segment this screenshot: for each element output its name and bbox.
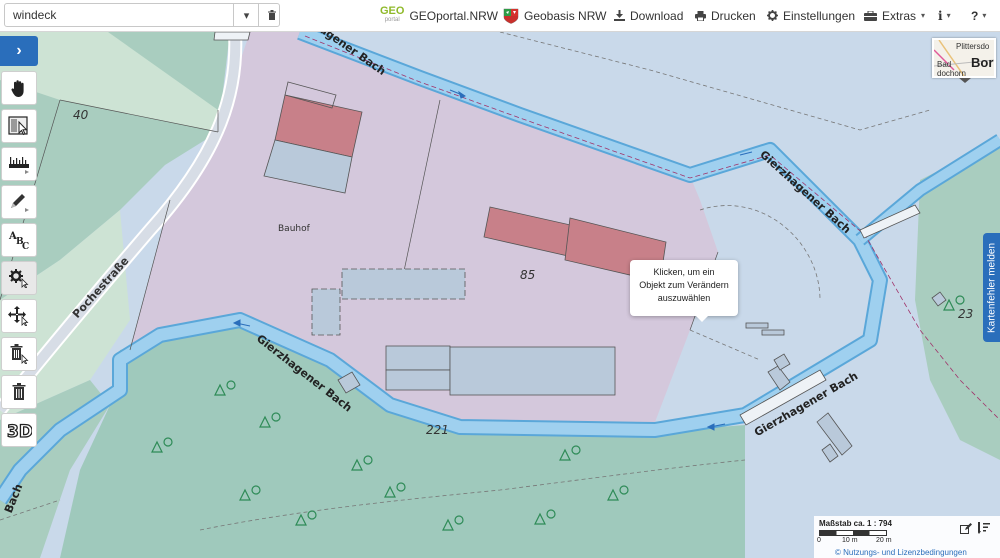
overview-place-label: Bor <box>971 55 994 70</box>
edit-tool-button[interactable] <box>1 261 37 295</box>
nav-drucken[interactable]: Drucken <box>695 0 756 31</box>
search-input[interactable] <box>5 4 249 26</box>
overview-place-label: Plittersdo <box>956 42 990 51</box>
nav-download[interactable]: Download <box>614 0 683 31</box>
parcel-number-label: 85 <box>520 268 536 282</box>
delete-select-tool-button[interactable] <box>1 337 37 371</box>
overview-toggle-icon[interactable] <box>959 78 971 83</box>
nav-geobasis-label: Geobasis NRW <box>524 8 607 23</box>
map-canvas[interactable] <box>0 0 1000 558</box>
print-icon <box>695 10 706 21</box>
download-icon <box>614 10 625 21</box>
edit-note-icon[interactable] <box>960 523 972 535</box>
trash-cursor-icon <box>10 344 29 364</box>
scale-tick: 0 <box>817 537 821 544</box>
parcel-number-label: 221 <box>426 423 449 437</box>
bauhof-label: Bauhof <box>278 224 310 234</box>
report-map-error-label: Kartenfehler melden <box>986 242 997 333</box>
nav-einstellungen-label: Einstellungen <box>783 8 856 23</box>
tooltip-line: Klicken, um ein <box>653 267 715 277</box>
tooltip-line: auszuwählen <box>657 293 711 303</box>
nav-download-label: Download <box>630 8 684 23</box>
pan-tool-button[interactable] <box>1 71 37 105</box>
nav-geobasis[interactable]: Geobasis NRW <box>503 0 606 31</box>
trash-icon <box>267 9 276 20</box>
measure-tool-button[interactable] <box>1 147 37 181</box>
top-bar: ▾ GEOportal GEOportal.NRW Geobasis NRW D… <box>0 0 1000 32</box>
nav-extras-label: Extras <box>882 8 917 23</box>
search-clear-button[interactable] <box>258 4 284 26</box>
edit-gear-cursor-icon <box>9 269 29 288</box>
nav-help[interactable]: ? ▾ <box>971 0 986 31</box>
parcel-number-label: 40 <box>73 108 89 122</box>
select-area-tool-button[interactable] <box>1 109 37 143</box>
caret-down-icon: ▾ <box>982 11 987 20</box>
caret-down-icon: ▾ <box>946 11 951 20</box>
edit-hint-tooltip: Klicken, um ein Objekt zum Verändern aus… <box>630 260 738 322</box>
draw-tool-button[interactable] <box>1 185 37 219</box>
3d-icon: 3D <box>6 421 32 440</box>
scale-panel: Maßstab ca. 1 : 794 0 10 m 20 m © Nutzun… <box>814 516 1000 558</box>
toolbar-expand-button[interactable]: › <box>0 36 38 66</box>
help-icon: ? <box>971 8 979 23</box>
overview-map[interactable]: Plittersdo Bor Bad dochorn <box>932 38 996 78</box>
caret-down-icon: ▾ <box>243 9 250 22</box>
legend-list-icon[interactable] <box>978 522 990 534</box>
nav-geoportal[interactable]: GEO portal GEOportal.NRW <box>380 0 498 31</box>
scale-tick: 20 m <box>876 537 892 544</box>
parcel-number-label: 23 <box>958 307 974 321</box>
nav-info[interactable]: i ▾ <box>938 0 951 31</box>
tooltip-line: Objekt zum Verändern <box>639 280 729 290</box>
move-arrows-icon <box>8 306 29 326</box>
scale-title: Maßstab ca. 1 : 794 <box>819 519 892 528</box>
nav-geoportal-label: GEOportal.NRW <box>409 8 498 23</box>
hand-icon <box>11 80 24 97</box>
caret-down-icon: ▾ <box>921 11 926 20</box>
license-link[interactable]: © Nutzungs- und Lizenzbedingungen <box>835 548 967 557</box>
text-tool-button[interactable]: ABC <box>1 223 37 257</box>
nav-einstellungen[interactable]: Einstellungen <box>767 0 855 31</box>
search-box: ▾ <box>4 3 280 27</box>
toolbox-icon <box>864 10 877 21</box>
nav-extras[interactable]: Extras ▾ <box>864 0 925 31</box>
scale-tick: 10 m <box>842 537 858 544</box>
scale-bar <box>819 530 887 536</box>
overview-place-label: dochorn <box>937 69 966 78</box>
overview-place-label: Bad <box>937 60 952 69</box>
svg-text:3D: 3D <box>7 422 32 440</box>
ruler-icon <box>9 157 29 174</box>
search-dropdown-button[interactable]: ▾ <box>233 4 259 26</box>
gear-icon <box>767 10 778 21</box>
chevron-right-icon: › <box>16 42 22 59</box>
move-tool-button[interactable] <box>1 299 37 333</box>
info-icon: i <box>938 8 943 23</box>
report-map-error-tab[interactable]: Kartenfehler melden <box>983 233 1000 342</box>
3d-view-button[interactable]: 3D <box>1 413 37 447</box>
geoportal-logo: GEO portal <box>380 4 405 23</box>
delete-all-button[interactable] <box>1 375 37 409</box>
pencil-icon <box>11 194 29 212</box>
trash-icon <box>12 383 26 400</box>
svg-text:C: C <box>22 242 29 251</box>
text-abc-icon: A BC <box>8 231 29 251</box>
nrw-coat-of-arms-icon <box>503 8 519 24</box>
select-area-icon <box>8 116 28 136</box>
nav-drucken-label: Drucken <box>711 8 756 23</box>
